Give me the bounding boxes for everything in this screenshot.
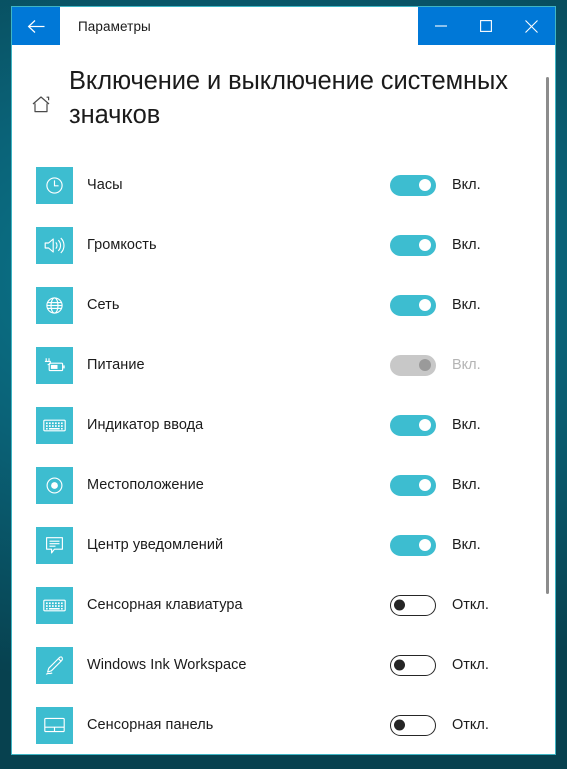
vertical-scrollbar[interactable]	[541, 45, 555, 754]
clock-icon	[36, 166, 73, 204]
toggle-switch[interactable]	[390, 474, 436, 496]
page-header: Включение и выключение системных значков	[12, 45, 555, 132]
toggle-state-label: Откл.	[452, 657, 489, 674]
toggle-group: Вкл.	[390, 294, 481, 316]
setting-row: Громкость Вкл.	[12, 215, 555, 275]
settings-window: Параметры Включение и выключение системн…	[11, 6, 556, 755]
toggle-state-label: Вкл.	[452, 357, 481, 374]
toggle-knob	[394, 659, 405, 671]
title-bar: Параметры	[12, 7, 555, 45]
toggle-switch[interactable]	[390, 414, 436, 436]
home-icon	[31, 95, 51, 119]
maximize-icon	[479, 20, 492, 32]
close-button[interactable]	[508, 7, 555, 45]
minimize-icon	[434, 20, 447, 32]
toggle-group: Откл.	[390, 714, 489, 736]
page-title: Включение и выключение системных значков	[69, 67, 508, 129]
setting-label: Громкость	[87, 237, 157, 254]
setting-row: Часы Вкл.	[12, 155, 555, 215]
network-globe-icon	[36, 286, 73, 324]
setting-label: Местоположение	[87, 477, 204, 494]
setting-row: Сенсорная панель Откл.	[12, 695, 555, 754]
toggle-knob	[419, 359, 431, 372]
setting-row: Сеть Вкл.	[12, 275, 555, 335]
toggle-knob	[419, 239, 431, 252]
setting-label: Часы	[87, 177, 123, 194]
toggle-group: Вкл.	[390, 354, 481, 376]
touchpad-icon	[36, 706, 73, 744]
content-area: Включение и выключение системных значков…	[12, 45, 555, 754]
toggle-state-label: Вкл.	[452, 477, 481, 494]
setting-label: Центр уведомлений	[87, 537, 224, 554]
arrow-left-icon	[27, 19, 46, 34]
home-button[interactable]	[12, 59, 69, 119]
location-icon	[36, 466, 73, 504]
toggle-switch	[390, 354, 436, 376]
minimize-button[interactable]	[418, 7, 463, 45]
pen-icon	[36, 646, 73, 684]
toggle-knob	[419, 299, 431, 312]
toggle-knob	[419, 479, 431, 492]
toggle-switch[interactable]	[390, 534, 436, 556]
setting-row: Windows Ink Workspace Откл.	[12, 635, 555, 695]
keyboard-icon	[36, 406, 73, 444]
toggle-group: Вкл.	[390, 534, 481, 556]
setting-label: Сеть	[87, 297, 120, 314]
toggle-switch[interactable]	[390, 594, 436, 616]
toggle-switch[interactable]	[390, 714, 436, 736]
setting-row: Питание Вкл.	[12, 335, 555, 395]
toggle-state-label: Вкл.	[452, 537, 481, 554]
setting-row: Индикатор ввода Вкл.	[12, 395, 555, 455]
toggle-knob	[419, 539, 431, 552]
setting-label: Индикатор ввода	[87, 417, 204, 434]
toggle-switch[interactable]	[390, 294, 436, 316]
toggle-group: Вкл.	[390, 414, 481, 436]
toggle-switch[interactable]	[390, 174, 436, 196]
close-icon	[525, 19, 538, 33]
toggle-group: Вкл.	[390, 474, 481, 496]
toggle-group: Вкл.	[390, 234, 481, 256]
toggle-state-label: Вкл.	[452, 417, 481, 434]
volume-icon	[36, 226, 73, 264]
toggle-group: Откл.	[390, 594, 489, 616]
window-controls	[418, 7, 555, 45]
setting-label: Питание	[87, 357, 145, 374]
app-title: Параметры	[78, 18, 151, 34]
settings-list: Часы Вкл. Громкость Вкл. Сеть Вкл. Питание Вкл.…	[12, 132, 555, 754]
setting-row: Центр уведомлений Вкл.	[12, 515, 555, 575]
toggle-knob	[419, 419, 431, 432]
toggle-state-label: Вкл.	[452, 177, 481, 194]
battery-plug-icon	[36, 346, 73, 384]
toggle-knob	[419, 179, 431, 192]
toggle-switch[interactable]	[390, 654, 436, 676]
toggle-state-label: Вкл.	[452, 237, 481, 254]
maximize-button[interactable]	[463, 7, 508, 45]
toggle-knob	[394, 599, 405, 611]
touch-keyboard-icon	[36, 586, 73, 624]
toggle-state-label: Откл.	[452, 717, 489, 734]
toggle-knob	[394, 719, 405, 731]
scrollbar-thumb[interactable]	[546, 77, 549, 594]
toggle-group: Откл.	[390, 654, 489, 676]
back-button[interactable]	[12, 7, 60, 45]
toggle-switch[interactable]	[390, 234, 436, 256]
toggle-state-label: Вкл.	[452, 297, 481, 314]
setting-row: Местоположение Вкл.	[12, 455, 555, 515]
toggle-state-label: Откл.	[452, 597, 489, 614]
setting-row: Сенсорная клавиатура Откл.	[12, 575, 555, 635]
toggle-group: Вкл.	[390, 174, 481, 196]
notification-icon	[36, 526, 73, 564]
